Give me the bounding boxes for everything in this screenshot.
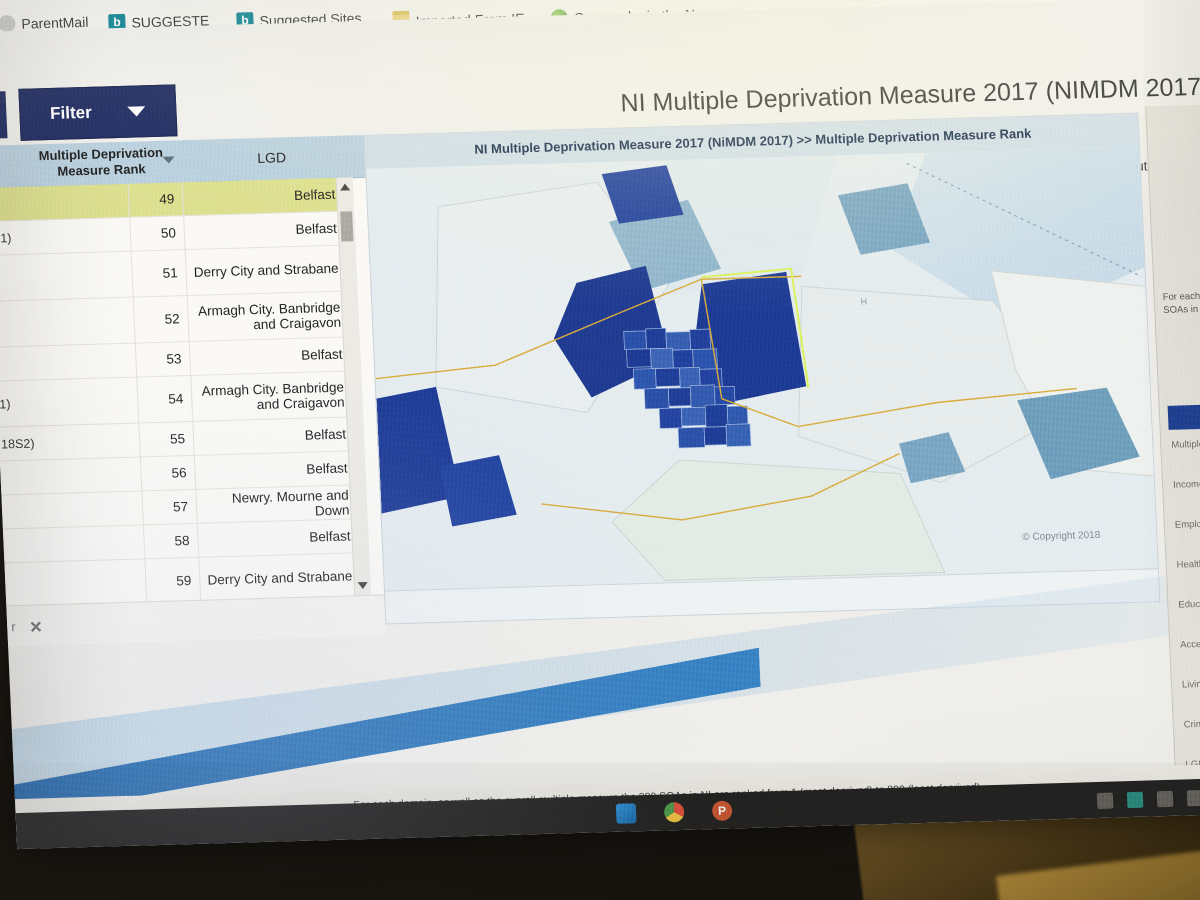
- cell-soa-code: [0, 322, 74, 324]
- cell-lgd: Newry. Mourne and Down: [231, 486, 350, 518]
- choropleth-map[interactable]: H © Copyright 2018: [366, 146, 1160, 594]
- printer-icon[interactable]: [1156, 790, 1174, 808]
- table-body[interactable]: 49 Belfast S1) 50 Belfast 51 Derry City and St…: [0, 177, 362, 606]
- cell-soa-code: [5, 584, 85, 586]
- domain-list-item[interactable]: Health D: [1176, 557, 1200, 571]
- cell-rank: 51: [130, 250, 188, 297]
- network-icon[interactable]: [1186, 789, 1200, 807]
- cell-lgd: Belfast: [293, 186, 336, 203]
- cell-rank: 55: [138, 421, 195, 457]
- cell-rank: 50: [129, 216, 186, 251]
- cell-spacer: [82, 508, 142, 510]
- onedrive-icon[interactable]: [1126, 791, 1144, 809]
- cell-spacer: [84, 542, 144, 544]
- sort-descending-icon[interactable]: [162, 156, 175, 164]
- cell-spacer: [81, 474, 141, 476]
- star-icon: [0, 14, 16, 33]
- cell-spacer: [85, 582, 145, 584]
- domain-selected-highlight: [1167, 403, 1200, 430]
- cell-soa-code: [1, 476, 81, 478]
- cell-spacer: [72, 274, 132, 276]
- cell-soa-code: [0, 202, 68, 204]
- cell-rank: 59: [144, 557, 202, 605]
- data-table: Multiple Deprivation Measure Rank LGD 49…: [0, 134, 386, 606]
- domain-list-item[interactable]: Living Env: [1182, 677, 1200, 690]
- map-panel[interactable]: NI Multiple Deprivation Measure 2017 (Ni…: [363, 112, 1161, 625]
- cell-soa-code: [0, 276, 72, 278]
- column-header-rank[interactable]: Multiple Deprivation Measure Rank: [18, 144, 184, 181]
- note-line-2: SOAs in: [1163, 303, 1199, 316]
- side-panel-note: For each SOAs in: [1162, 289, 1200, 317]
- monitor-screen: p://deprivation/Deprivation%202017/SOA_D…: [0, 0, 1200, 869]
- cell-spacer: [70, 234, 130, 236]
- chevron-down-icon: [127, 106, 146, 117]
- cell-lgd: Belfast: [304, 426, 347, 443]
- map-svg: H: [366, 146, 1160, 594]
- domain-list-item[interactable]: Education: [1178, 597, 1200, 610]
- powerpoint-icon[interactable]: P: [711, 800, 733, 822]
- cell-rank: 52: [132, 296, 190, 343]
- svg-text:H: H: [860, 296, 867, 306]
- filter-button[interactable]: Filter: [18, 84, 178, 141]
- system-tray[interactable]: [1096, 789, 1200, 810]
- cell-spacer: [68, 200, 128, 202]
- domain-list-item[interactable]: Employm: [1175, 517, 1200, 531]
- scroll-down-arrow-icon[interactable]: [357, 581, 368, 590]
- close-icon[interactable]: ✕: [29, 617, 43, 637]
- cell-soa-code: 1): [0, 396, 11, 412]
- cell-spacer: [77, 400, 137, 402]
- map-copyright: © Copyright 2018: [1022, 529, 1101, 544]
- cell-lgd: Belfast: [300, 346, 343, 363]
- cell-lgd: Belfast: [305, 460, 348, 477]
- cell-lgd: Derry City and Strabane: [207, 568, 353, 588]
- cell-spacer: [79, 440, 139, 442]
- domain-list-item[interactable]: Crime and: [1184, 717, 1200, 730]
- scrollbar-thumb[interactable]: [340, 211, 354, 242]
- cell-lgd: Belfast: [295, 220, 338, 237]
- chrome-icon[interactable]: [663, 801, 685, 823]
- cell-rank: 49: [127, 182, 185, 217]
- cell-soa-code: [4, 544, 84, 546]
- cell-rank: 57: [141, 489, 198, 525]
- cell-lgd: Derry City and Strabane: [193, 260, 339, 280]
- cell-rank: 58: [142, 523, 200, 559]
- windows-icon[interactable]: [615, 803, 637, 824]
- cell-lgd: Armagh City. Banbridge and Craigavon: [197, 299, 342, 332]
- cell-lgd: Armagh City. Banbridge and Craigavon: [201, 379, 345, 412]
- cell-spacer: [76, 360, 136, 362]
- cell-rank: 56: [139, 455, 197, 491]
- photo-of-monitor: p://deprivation/Deprivation%202017/SOA_D…: [0, 0, 1200, 900]
- cell-lgd: Belfast: [308, 528, 351, 545]
- note-line-1: For each: [1162, 290, 1200, 303]
- cell-rank: 53: [134, 342, 192, 377]
- domain-list-item[interactable]: Income: [1173, 477, 1200, 491]
- cell-spacer: [74, 320, 134, 322]
- filter-label: Filter: [49, 102, 93, 123]
- domain-list-item[interactable]: Multiple: [1171, 437, 1200, 451]
- column-header-lgd[interactable]: LGD: [196, 147, 347, 167]
- cell-soa-code: [0, 362, 76, 364]
- domain-list-item[interactable]: Access to: [1180, 637, 1200, 650]
- footer-text: r: [10, 619, 16, 635]
- cell-soa-code: S1): [0, 230, 12, 246]
- cell-soa-code: 18S2): [0, 436, 35, 451]
- battery-icon[interactable]: [1096, 792, 1114, 810]
- cell-rank: 54: [136, 375, 194, 423]
- cell-soa-code: [2, 510, 82, 512]
- scroll-up-arrow-icon[interactable]: [339, 183, 351, 191]
- page-title: NI Multiple Deprivation Measure 2017 (NI…: [619, 72, 1200, 118]
- domain-side-panel[interactable]: For each SOAs in Multiple Income Employm He…: [1145, 103, 1200, 766]
